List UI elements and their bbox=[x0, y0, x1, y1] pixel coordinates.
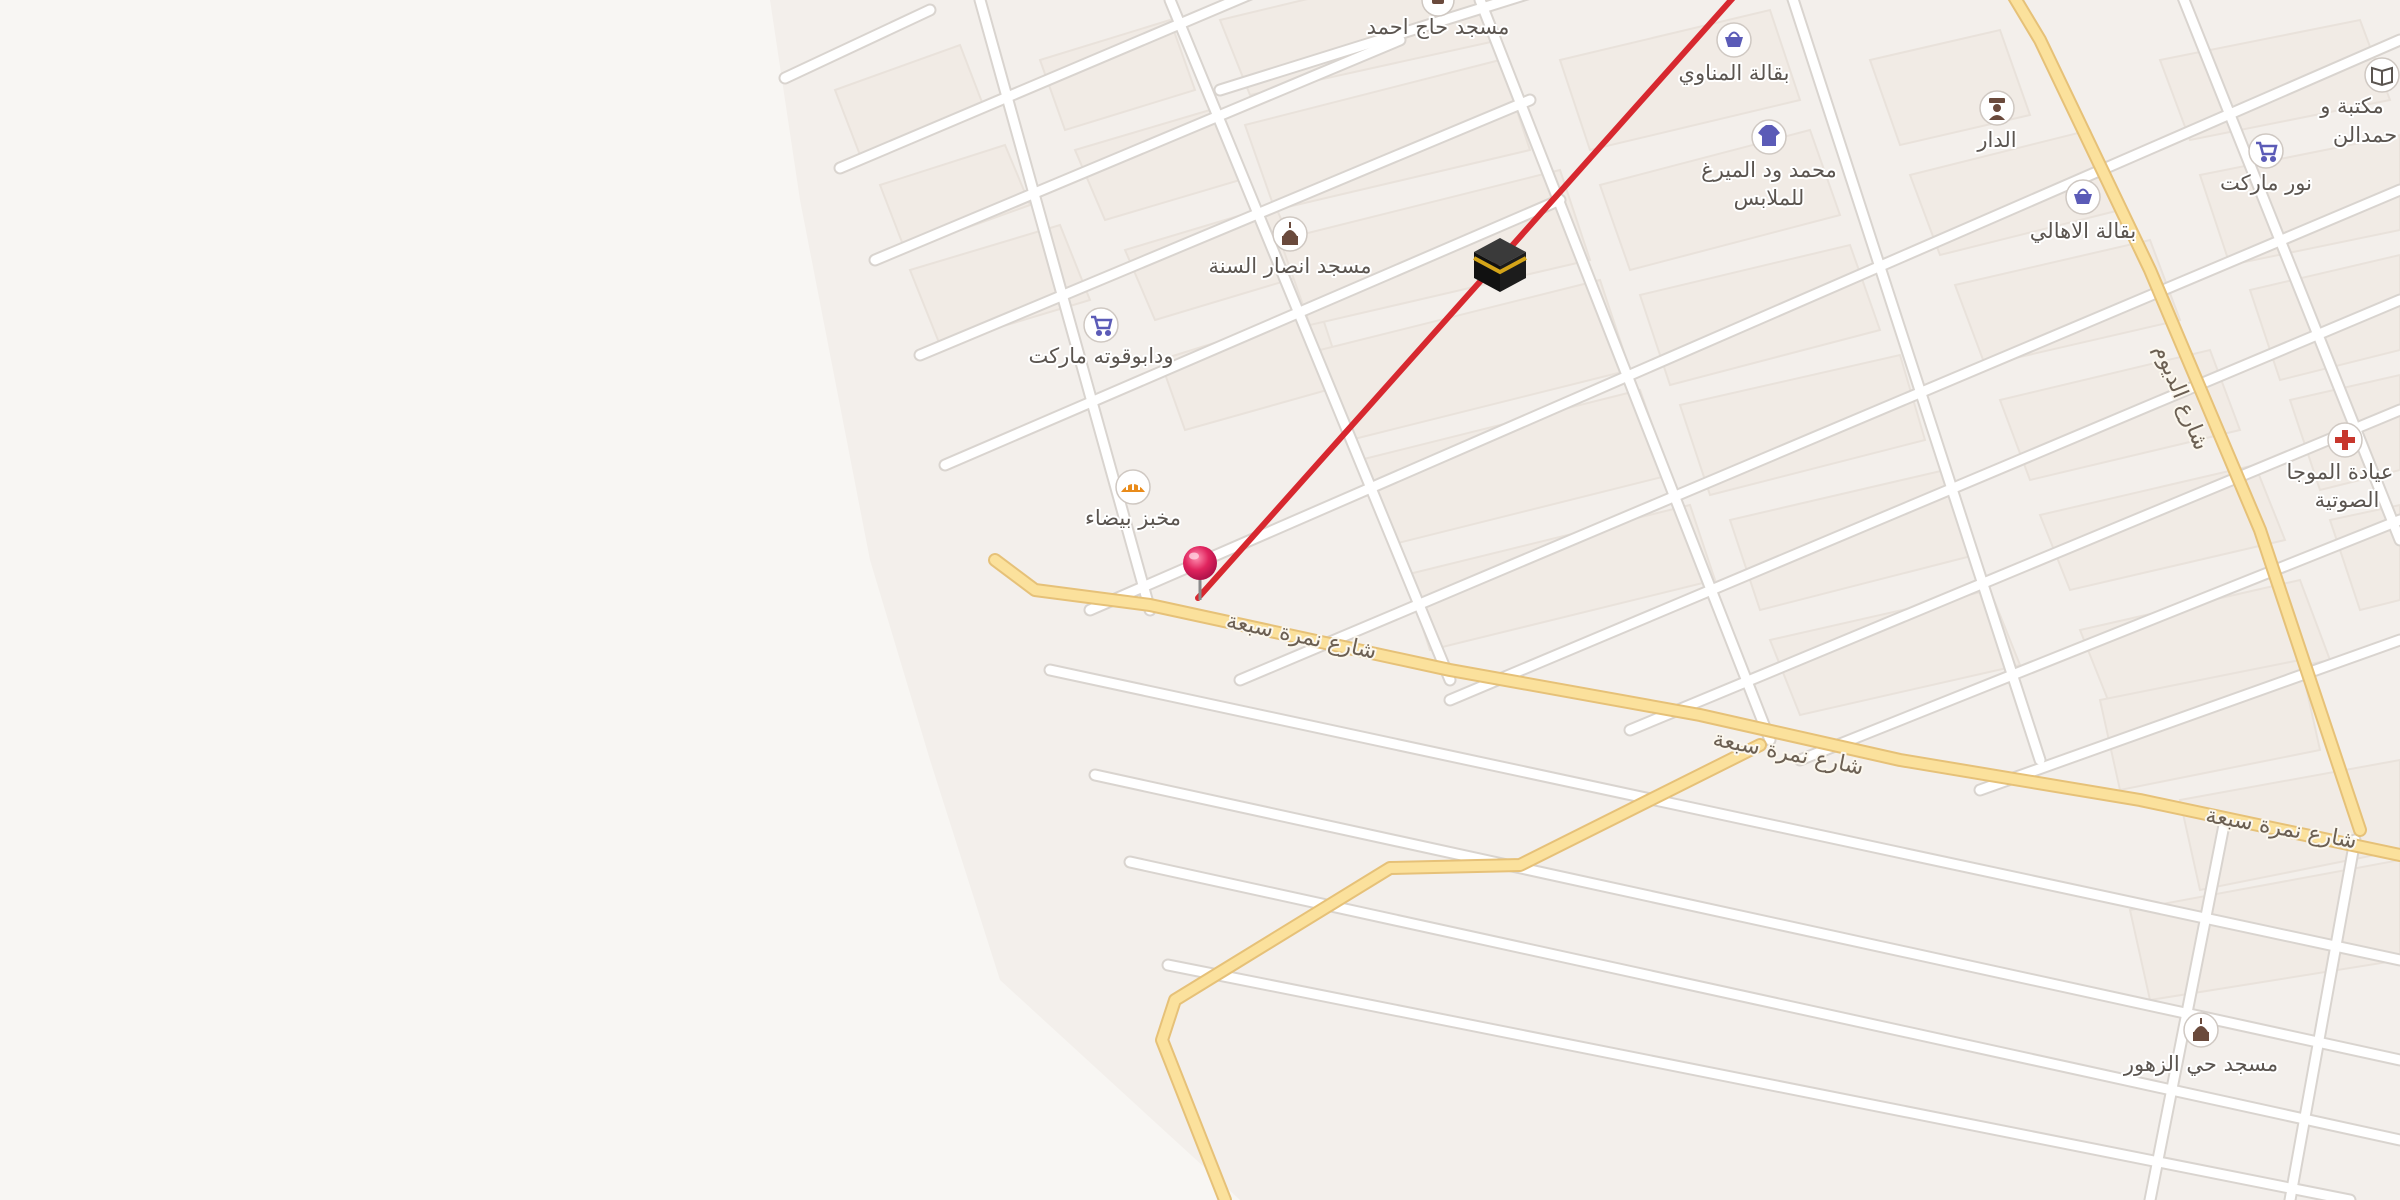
poi-label-line2: للملابس bbox=[1734, 186, 1805, 210]
poi-label: الدار bbox=[1976, 128, 2016, 152]
map-canvas[interactable]: شارع نمرة سبعة شارع نمرة سبعة شارع نمرة … bbox=[0, 0, 2400, 1200]
poi-label-line2: حمدالن bbox=[2333, 123, 2397, 147]
poi-label: بقالة الاهالي bbox=[2030, 219, 2136, 243]
poi-label: نور ماركت bbox=[2220, 171, 2312, 195]
poi-label: مخبز بيضاء bbox=[1085, 506, 1181, 530]
mosque-icon bbox=[1432, 0, 1444, 4]
poi-label: مسجد حاج احمد bbox=[1367, 15, 1510, 40]
poi-label: ودابوقوته ماركت bbox=[1028, 344, 1173, 368]
poi-label: مسجد حي الزهور bbox=[2123, 1052, 2278, 1076]
poi-label: مسجد انصار السنة bbox=[1209, 254, 1372, 278]
poi-label-line2: الصوتية bbox=[2315, 488, 2380, 512]
poi-label-line1: مكتبة و bbox=[2319, 94, 2384, 118]
poi-label: بقالة المناوي bbox=[1679, 61, 1790, 85]
poi-label-line1: محمد ود الميرغ bbox=[1701, 158, 1837, 182]
poi-label-line1: عيادة الموجا bbox=[2287, 460, 2394, 484]
